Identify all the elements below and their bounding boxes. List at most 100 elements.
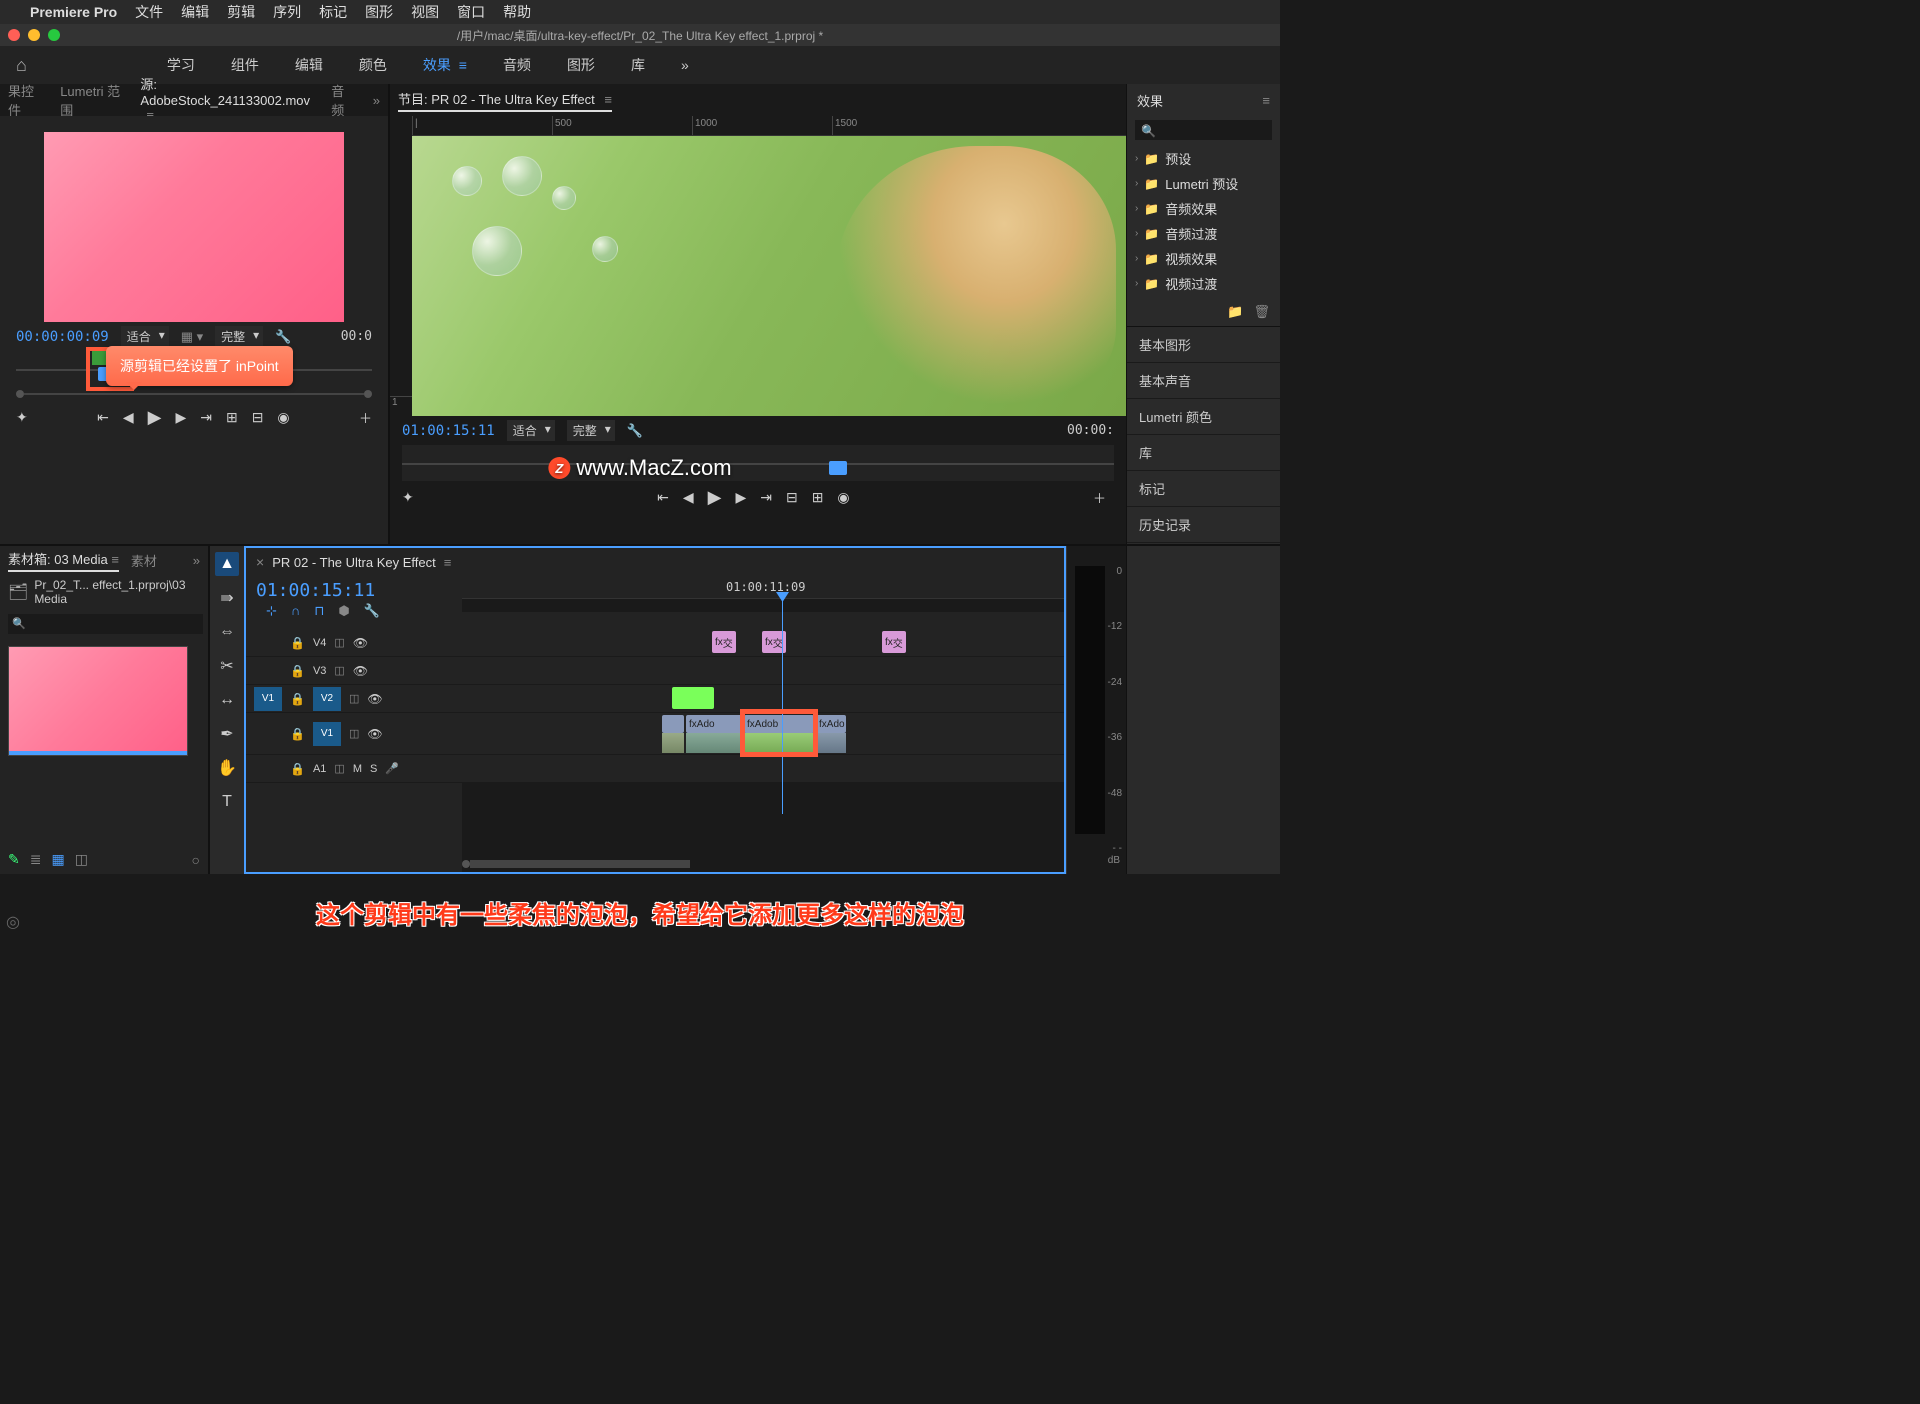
magnet-icon[interactable]: ∩ xyxy=(291,603,300,619)
eye-icon[interactable]: 👁 xyxy=(353,664,368,678)
panel-essential-sound[interactable]: 基本声音 xyxy=(1127,363,1280,399)
tabs-overflow-icon[interactable]: » xyxy=(193,553,200,568)
tab-bin[interactable]: 素材箱: 03 Media ≡ xyxy=(8,549,119,572)
tree-video-transitions[interactable]: ›📁视频过渡 xyxy=(1127,271,1280,296)
menu-file[interactable]: 文件 xyxy=(135,2,163,22)
transition-clip[interactable]: fx 交 xyxy=(882,631,906,653)
playhead-marker-icon[interactable] xyxy=(829,461,847,475)
tree-audio-effects[interactable]: ›📁音频效果 xyxy=(1127,196,1280,221)
video-clip[interactable]: fx Ado xyxy=(686,715,742,733)
tree-presets[interactable]: ›📁预设 xyxy=(1127,146,1280,171)
new-bin-icon[interactable]: 📁 xyxy=(1227,304,1243,320)
workspace-learn[interactable]: 学习 xyxy=(167,55,195,75)
play-icon[interactable]: ▶ xyxy=(708,487,722,508)
target-v2[interactable]: V2 xyxy=(313,687,341,711)
transition-clip[interactable]: fx 交 xyxy=(712,631,736,653)
voiceover-icon[interactable]: 🎤 xyxy=(385,762,399,775)
tabs-overflow-icon[interactable]: » xyxy=(373,93,380,108)
panel-menu-icon[interactable]: ≡ xyxy=(601,92,612,107)
tab-media[interactable]: 素材 xyxy=(131,551,157,570)
eye-icon[interactable]: 👁 xyxy=(367,727,382,741)
tab-lumetri-scopes[interactable]: Lumetri 范围 xyxy=(60,81,120,119)
delete-icon[interactable]: 🗑 xyxy=(1253,304,1270,320)
wrench-icon[interactable]: 🔧 xyxy=(275,329,291,345)
tab-audio-clip[interactable]: 音频 xyxy=(331,81,352,119)
mark-out-icon[interactable]: ⇥ xyxy=(200,409,212,426)
program-quality-dropdown[interactable]: 完整 xyxy=(567,420,615,441)
tree-lumetri[interactable]: ›📁Lumetri 预设 xyxy=(1127,171,1280,196)
export-frame-icon[interactable]: ◉ xyxy=(837,489,849,506)
video-clip[interactable] xyxy=(672,687,714,709)
sync-lock-icon[interactable]: ◫ xyxy=(349,727,359,740)
program-monitor-viewer[interactable] xyxy=(412,136,1126,416)
mark-in-icon[interactable]: ⇤ xyxy=(657,489,669,506)
track-header-v1[interactable]: 🔒V1◫👁 xyxy=(246,713,462,755)
overwrite-icon[interactable]: ⊟ xyxy=(252,409,264,426)
project-search-input[interactable] xyxy=(8,614,203,634)
menu-marker[interactable]: 标记 xyxy=(319,2,347,22)
sequence-title[interactable]: PR 02 - The Ultra Key Effect xyxy=(272,555,436,570)
panel-essential-graphics[interactable]: 基本图形 xyxy=(1127,327,1280,363)
tab-program[interactable]: 节目: PR 02 - The Ultra Key Effect ≡ xyxy=(398,89,612,112)
snap-icon[interactable]: ⊹ xyxy=(266,603,277,619)
marker-icon[interactable]: ⬢ xyxy=(338,603,349,619)
icon-view-icon[interactable]: ▦ xyxy=(51,851,64,868)
creative-cloud-icon[interactable]: ◎ xyxy=(6,912,20,932)
tab-effect-controls[interactable]: 果控件 xyxy=(8,81,40,119)
menu-graphics[interactable]: 图形 xyxy=(365,2,393,22)
zoom-handle-right-icon[interactable] xyxy=(364,390,372,398)
lock-icon[interactable]: 🔒 xyxy=(290,692,305,706)
video-clip[interactable] xyxy=(662,715,684,733)
close-window-icon[interactable] xyxy=(8,29,20,41)
eye-icon[interactable]: 👁 xyxy=(353,636,368,650)
insert-icon[interactable]: ⊞ xyxy=(226,409,238,426)
source-timecode[interactable]: 00:00:00:09 xyxy=(16,329,109,345)
extract-icon[interactable]: ⊞ xyxy=(812,489,824,506)
maximize-window-icon[interactable] xyxy=(48,29,60,41)
panel-lumetri-color[interactable]: Lumetri 颜色 xyxy=(1127,399,1280,435)
effects-title[interactable]: 效果 xyxy=(1137,91,1163,110)
zoom-handle-left-icon[interactable] xyxy=(16,390,24,398)
track-header-v3[interactable]: 🔒V3◫👁 xyxy=(246,657,462,685)
track-header-v4[interactable]: 🔒V4◫👁 xyxy=(246,629,462,657)
track-header-v2[interactable]: V1 🔒 V2 ◫ 👁 xyxy=(246,685,462,713)
export-frame-icon[interactable]: ◉ xyxy=(277,409,289,426)
bin-icon[interactable]: 🗂 xyxy=(8,582,28,602)
lock-icon[interactable]: 🔒 xyxy=(290,762,305,776)
source-patch-v1[interactable]: V1 xyxy=(254,687,282,711)
solo-icon[interactable]: S xyxy=(370,763,377,775)
menu-window[interactable]: 窗口 xyxy=(457,2,485,22)
settings-icon[interactable]: 🔧 xyxy=(364,603,380,619)
eye-icon[interactable]: 👁 xyxy=(367,692,382,706)
add-marker-icon[interactable]: ✦ xyxy=(402,489,414,506)
timeline-scrollbar[interactable] xyxy=(470,860,690,868)
program-ruler-v[interactable]: 1 xyxy=(390,136,412,416)
panel-history[interactable]: 历史记录 xyxy=(1127,507,1280,543)
tree-audio-transitions[interactable]: ›📁音频过渡 xyxy=(1127,221,1280,246)
program-scrubber[interactable] xyxy=(402,445,1114,481)
list-view-icon[interactable]: ≣ xyxy=(30,851,42,868)
sync-lock-icon[interactable]: ◫ xyxy=(334,636,344,649)
minimize-window-icon[interactable] xyxy=(28,29,40,41)
home-icon[interactable]: ⌂ xyxy=(16,55,27,76)
zoom-slider-icon[interactable]: ○ xyxy=(192,852,200,868)
step-forward-icon[interactable]: ▶ xyxy=(735,489,746,506)
button-editor-icon[interactable]: ＋ xyxy=(1093,488,1106,507)
selection-tool-icon[interactable]: ▲ xyxy=(215,552,239,576)
workspace-menu-icon[interactable]: ≡ xyxy=(455,57,467,73)
program-timecode[interactable]: 01:00:15:11 xyxy=(402,423,495,439)
sync-lock-icon[interactable]: ◫ xyxy=(334,664,344,677)
mark-out-icon[interactable]: ⇥ xyxy=(760,489,772,506)
timeline-timecode[interactable]: 01:00:15:11 xyxy=(256,580,412,601)
timeline-tracks[interactable]: fx 交 fx 交 fx 交 fx Ado fx Adob fx Ado xyxy=(462,629,1064,872)
lock-icon[interactable]: 🔒 xyxy=(290,664,305,678)
add-marker-icon[interactable]: ✦ xyxy=(16,409,28,426)
workspace-graphics[interactable]: 图形 xyxy=(567,55,595,75)
pen-tool-icon[interactable]: ✒ xyxy=(215,722,239,746)
menu-clip[interactable]: 剪辑 xyxy=(227,2,255,22)
program-zoom-dropdown[interactable]: 适合 xyxy=(507,420,555,441)
sync-lock-icon[interactable]: ◫ xyxy=(349,692,359,705)
freeform-view-icon[interactable]: ◫ xyxy=(75,851,88,868)
program-ruler-h[interactable]: | 500 1000 1500 xyxy=(412,116,1126,136)
workspace-color[interactable]: 颜色 xyxy=(359,55,387,75)
